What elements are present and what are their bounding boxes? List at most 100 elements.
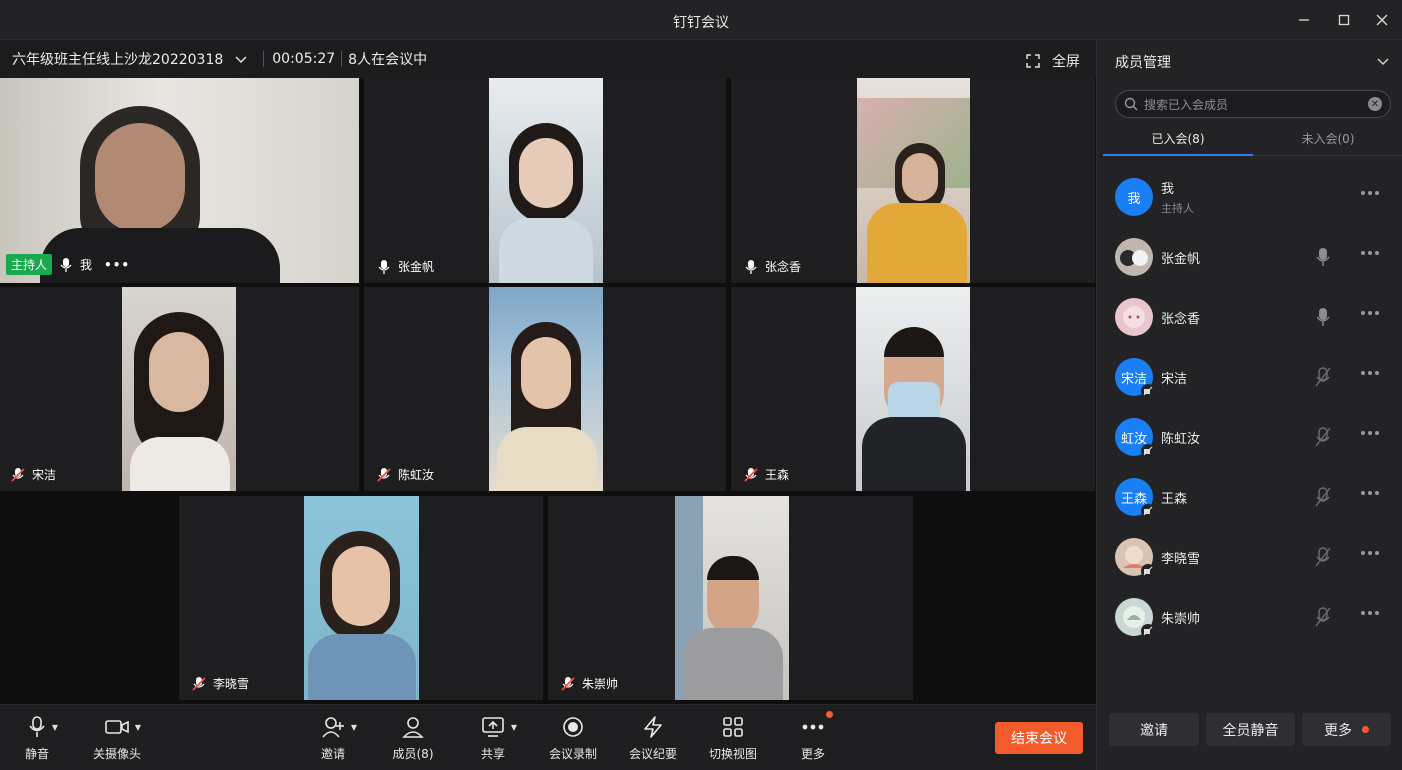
video-feed xyxy=(304,496,419,700)
video-tile[interactable]: 张念香 xyxy=(731,78,1095,283)
microphone-icon xyxy=(376,259,392,275)
participant-name: 张金帆 xyxy=(398,260,435,274)
end-meeting-button[interactable]: 结束会议 xyxy=(995,722,1083,754)
camera-off-icon xyxy=(1141,444,1155,458)
more-icon xyxy=(801,711,833,739)
chevron-down-icon[interactable]: ▼ xyxy=(351,723,357,732)
camera-icon: ▼ xyxy=(105,715,141,739)
minutes-label: 会议纪要 xyxy=(628,747,677,761)
participant-name: 陈虹汝 xyxy=(398,468,435,482)
mute-all-button[interactable]: 全员静音 xyxy=(1206,713,1295,746)
member-role: 主持人 xyxy=(1161,202,1194,215)
avatar-text: 宋洁 xyxy=(1120,371,1147,387)
video-tile-host[interactable]: 主持人 我 ••• xyxy=(0,78,359,283)
chevron-down-icon[interactable]: ▼ xyxy=(511,723,517,732)
microphone-icon[interactable] xyxy=(1313,307,1333,327)
member-item[interactable]: 王森 王森 xyxy=(1115,477,1391,518)
camera-off-icon xyxy=(1141,384,1155,398)
member-item[interactable]: 张念香 xyxy=(1115,297,1391,337)
grid-view-icon xyxy=(722,715,744,739)
member-item[interactable]: 张金帆 xyxy=(1115,237,1391,277)
video-tile[interactable]: 朱崇帅 xyxy=(548,496,913,700)
members-button[interactable]: 成员(8) xyxy=(378,715,448,762)
more-icon[interactable] xyxy=(1361,611,1379,615)
participant-name: 张念香 xyxy=(765,260,802,274)
chevron-down-icon[interactable] xyxy=(233,51,249,67)
video-tile[interactable]: 李晓雪 xyxy=(179,496,543,700)
member-item[interactable]: 朱崇帅 xyxy=(1115,597,1391,638)
minutes-button[interactable]: 会议纪要 xyxy=(618,715,688,762)
member-name: 王森 xyxy=(1161,491,1188,507)
mute-button[interactable]: ▼ 静音 xyxy=(2,715,72,762)
camera-off-icon xyxy=(1141,624,1155,638)
maximize-icon[interactable] xyxy=(1334,10,1354,30)
camera-off-icon xyxy=(1141,564,1155,578)
avatar-text: 虹汝 xyxy=(1120,431,1147,447)
microphone-muted-icon[interactable] xyxy=(1313,487,1333,507)
chevron-down-icon[interactable]: ▼ xyxy=(135,723,141,732)
meeting-name[interactable]: 六年级班主任线上沙龙20220318 xyxy=(12,49,223,69)
tile-label: 宋洁 xyxy=(10,466,56,483)
microphone-icon[interactable] xyxy=(1313,247,1333,267)
microphone-muted-icon[interactable] xyxy=(1313,547,1333,567)
search-input[interactable]: 搜索已入会成员 ✕ xyxy=(1115,90,1391,118)
microphone-muted-icon xyxy=(191,676,207,692)
member-name: 宋洁 xyxy=(1161,371,1188,387)
member-item[interactable]: 虹汝 陈虹汝 xyxy=(1115,417,1391,458)
minimize-icon[interactable] xyxy=(1294,10,1314,30)
more-icon[interactable] xyxy=(1361,311,1379,315)
microphone-muted-icon xyxy=(560,676,576,692)
more-icon[interactable] xyxy=(1361,431,1379,435)
more-icon[interactable] xyxy=(1361,491,1379,495)
avatar: 虹汝 xyxy=(1115,418,1155,458)
title-bar: 钉钉会议 xyxy=(0,0,1402,40)
members-label: 成员(8) xyxy=(392,747,434,761)
more-icon[interactable] xyxy=(1361,251,1379,255)
member-item[interactable]: 我 我 主持人 xyxy=(1115,177,1391,217)
close-icon[interactable] xyxy=(1372,10,1392,30)
microphone-muted-icon[interactable] xyxy=(1313,367,1333,387)
more-icon[interactable]: ••• xyxy=(104,258,130,272)
avatar-text: 王森 xyxy=(1120,491,1147,507)
avatar xyxy=(1115,298,1153,336)
video-tile[interactable]: 王森 xyxy=(731,287,1095,491)
more-icon[interactable] xyxy=(1361,551,1379,555)
video-tile[interactable]: 张金帆 xyxy=(364,78,726,283)
tab-joined[interactable]: 已入会(8) xyxy=(1103,130,1253,147)
share-screen-icon: ▼ xyxy=(481,715,517,739)
divider xyxy=(341,51,343,67)
more-button[interactable]: 更多 xyxy=(778,711,848,762)
microphone-muted-icon xyxy=(10,467,26,483)
tab-not-joined[interactable]: 未入会(0) xyxy=(1253,130,1402,147)
video-tile[interactable]: 陈虹汝 xyxy=(364,287,726,491)
tile-label: 张念香 xyxy=(743,258,801,275)
attendee-count: 8人在会议中 xyxy=(348,52,428,68)
clear-icon[interactable]: ✕ xyxy=(1368,97,1382,111)
more-button[interactable]: 更多 xyxy=(1302,713,1391,746)
record-label: 会议录制 xyxy=(548,747,597,761)
member-item[interactable]: 李晓雪 xyxy=(1115,537,1391,578)
divider xyxy=(263,51,265,67)
member-name: 陈虹汝 xyxy=(1161,431,1201,447)
chevron-down-icon[interactable]: ▼ xyxy=(52,723,58,732)
invite-button[interactable]: 邀请 xyxy=(1109,713,1199,746)
more-icon[interactable] xyxy=(1361,371,1379,375)
record-button[interactable]: 会议录制 xyxy=(538,715,608,762)
meeting-timer: 00:05:27 xyxy=(272,51,336,67)
tile-label: 张金帆 xyxy=(376,258,434,275)
switch-view-button[interactable]: 切换视图 xyxy=(698,715,768,762)
chevron-down-icon[interactable] xyxy=(1376,54,1390,72)
member-item[interactable]: 宋洁 宋洁 xyxy=(1115,357,1391,398)
microphone-muted-icon[interactable] xyxy=(1313,427,1333,447)
microphone-muted-icon[interactable] xyxy=(1313,607,1333,627)
video-tile[interactable]: 宋洁 xyxy=(0,287,359,491)
invite-button[interactable]: ▼ 邀请 xyxy=(298,715,368,762)
video-grid: 主持人 我 ••• 张金帆 张念香 宋洁 陈虹汝 王森 李晓雪 朱崇帅 xyxy=(0,78,1096,704)
meeting-info-bar: 六年级班主任线上沙龙20220318 00:05:27 8人在会议中 全屏 xyxy=(0,40,1096,78)
more-icon[interactable] xyxy=(1361,191,1379,195)
notification-dot xyxy=(1362,726,1369,733)
share-button[interactable]: ▼ 共享 xyxy=(458,715,528,762)
video-feed xyxy=(675,496,789,700)
fullscreen-button[interactable]: 全屏 xyxy=(1026,51,1080,71)
camera-off-button[interactable]: ▼ 关摄像头 xyxy=(82,715,152,762)
